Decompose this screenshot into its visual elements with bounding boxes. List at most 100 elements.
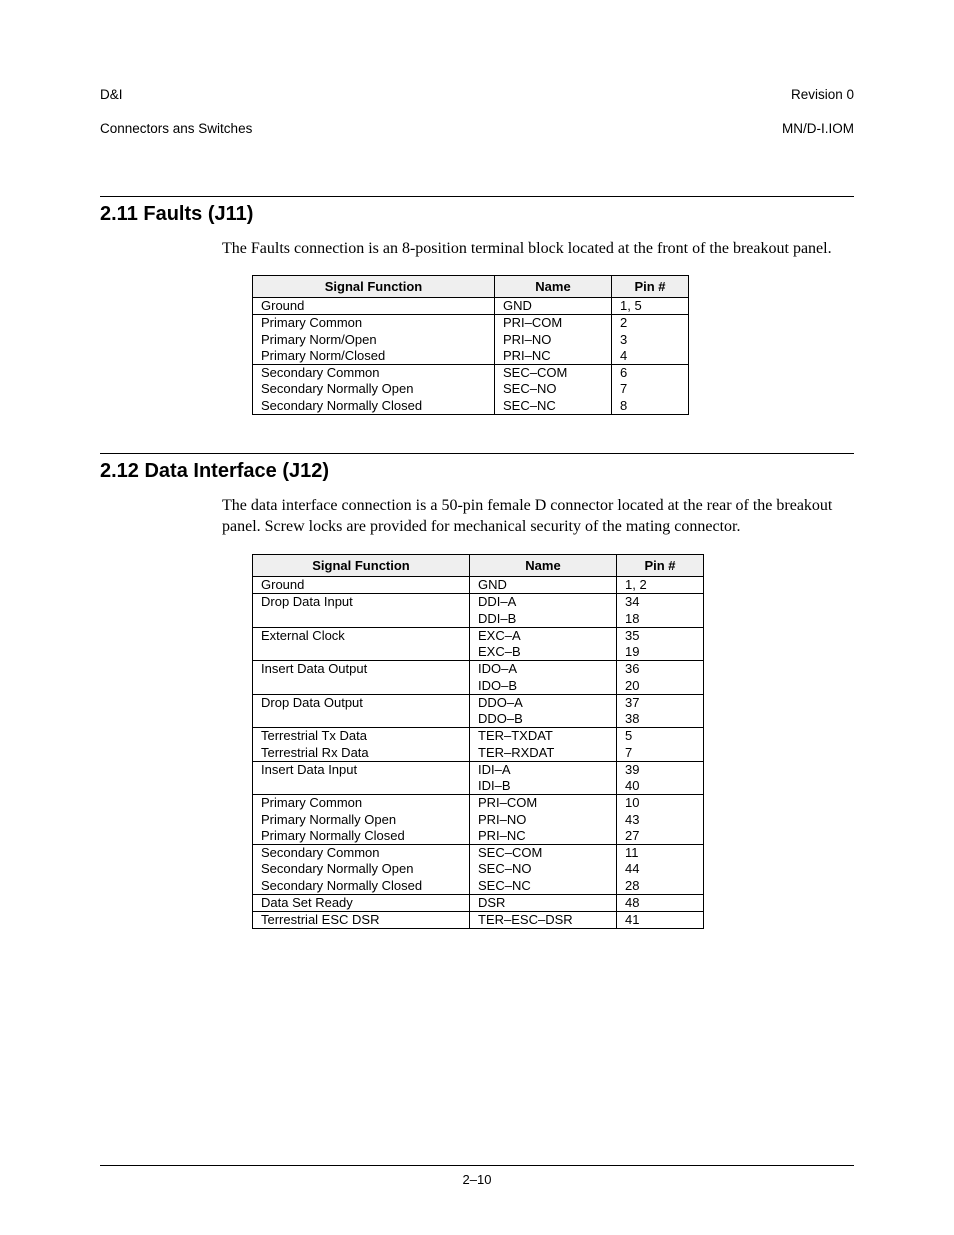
table-cell-name: PRI–NO	[495, 332, 612, 348]
table-cell-name: SEC–NO	[495, 381, 612, 397]
table-cell-pin: 3	[612, 332, 689, 348]
table-cell-pin: 34	[617, 594, 704, 611]
table-cell-func	[253, 778, 470, 795]
table-row: Secondary Normally OpenSEC–NO7	[253, 381, 689, 397]
table-cell-name: IDO–B	[470, 678, 617, 695]
table-row: Insert Data InputIDI–A39	[253, 761, 704, 778]
table-row: Primary Normally OpenPRI–NO43	[253, 812, 704, 828]
table-row: Secondary Normally ClosedSEC–NC28	[253, 878, 704, 895]
table-cell-name: EXC–B	[470, 644, 617, 661]
table-cell-pin: 43	[617, 812, 704, 828]
section-212-paragraph: The data interface connection is a 50-pi…	[222, 495, 842, 538]
table-cell-name: DSR	[470, 894, 617, 911]
table-cell-func: Ground	[253, 298, 495, 315]
table-header-name: Name	[470, 555, 617, 577]
table-row: IDO–B20	[253, 678, 704, 695]
table-cell-func: Terrestrial ESC DSR	[253, 912, 470, 929]
table-row: Primary CommonPRI–COM2	[253, 315, 689, 332]
table-cell-name: GND	[495, 298, 612, 315]
table-row: Drop Data OutputDDO–A37	[253, 694, 704, 711]
table-cell-func: Insert Data Output	[253, 661, 470, 678]
data-interface-table-body: GroundGND1, 2Drop Data InputDDI–A34DDI–B…	[253, 577, 704, 929]
table-cell-func: Secondary Common	[253, 365, 495, 382]
table-row: External ClockEXC–A35	[253, 627, 704, 644]
table-cell-func: Primary Common	[253, 795, 470, 812]
page-number: 2–10	[100, 1166, 854, 1187]
table-cell-pin: 6	[612, 365, 689, 382]
table-cell-name: DDI–B	[470, 611, 617, 628]
table-cell-pin: 37	[617, 694, 704, 711]
table-row: GroundGND1, 2	[253, 577, 704, 594]
table-cell-pin: 19	[617, 644, 704, 661]
table-cell-pin: 2	[612, 315, 689, 332]
table-cell-func	[253, 711, 470, 728]
table-cell-pin: 11	[617, 845, 704, 862]
table-cell-func: Secondary Normally Open	[253, 861, 470, 877]
table-row: EXC–B19	[253, 644, 704, 661]
table-cell-name: PRI–NO	[470, 812, 617, 828]
table-cell-pin: 35	[617, 627, 704, 644]
page-footer: 2–10	[100, 1165, 854, 1187]
table-row: Secondary Normally ClosedSEC–NC8	[253, 398, 689, 415]
table-cell-func: Terrestrial Rx Data	[253, 745, 470, 762]
table-header-pin: Pin #	[617, 555, 704, 577]
faults-table: Signal Function Name Pin # GroundGND1, 5…	[252, 275, 689, 415]
table-header-pin: Pin #	[612, 276, 689, 298]
table-row: Secondary Normally OpenSEC–NO44	[253, 861, 704, 877]
table-cell-func	[253, 611, 470, 628]
table-row: DDO–B38	[253, 711, 704, 728]
table-cell-func: Primary Normally Open	[253, 812, 470, 828]
table-cell-func	[253, 644, 470, 661]
faults-table-body: GroundGND1, 5Primary CommonPRI–COM2Prima…	[253, 298, 689, 415]
table-cell-name: PRI–NC	[470, 828, 617, 845]
table-cell-pin: 7	[612, 381, 689, 397]
table-row: Primary Norm/ClosedPRI–NC4	[253, 348, 689, 365]
table-cell-func: Ground	[253, 577, 470, 594]
table-cell-pin: 40	[617, 778, 704, 795]
table-row: DDI–B18	[253, 611, 704, 628]
table-cell-name: TER–RXDAT	[470, 745, 617, 762]
table-cell-pin: 5	[617, 728, 704, 745]
table-cell-func	[253, 678, 470, 695]
table-cell-pin: 4	[612, 348, 689, 365]
table-cell-func: Primary Common	[253, 315, 495, 332]
table-cell-func: Secondary Normally Open	[253, 381, 495, 397]
table-cell-func: Data Set Ready	[253, 894, 470, 911]
data-interface-table: Signal Function Name Pin # GroundGND1, 2…	[252, 554, 704, 929]
section-211-paragraph: The Faults connection is an 8-position t…	[222, 238, 842, 260]
table-cell-pin: 10	[617, 795, 704, 812]
table-row: Data Set ReadyDSR48	[253, 894, 704, 911]
table-cell-name: TER–TXDAT	[470, 728, 617, 745]
table-cell-name: IDI–B	[470, 778, 617, 795]
table-cell-name: SEC–NC	[495, 398, 612, 415]
table-cell-pin: 27	[617, 828, 704, 845]
table-row: Primary CommonPRI–COM10	[253, 795, 704, 812]
table-header-func: Signal Function	[253, 555, 470, 577]
table-cell-name: GND	[470, 577, 617, 594]
table-cell-name: PRI–COM	[495, 315, 612, 332]
table-cell-pin: 48	[617, 894, 704, 911]
table-row: Primary Norm/OpenPRI–NO3	[253, 332, 689, 348]
table-row: Terrestrial Rx DataTER–RXDAT7	[253, 745, 704, 762]
table-cell-pin: 1, 2	[617, 577, 704, 594]
table-cell-pin: 38	[617, 711, 704, 728]
table-cell-pin: 20	[617, 678, 704, 695]
table-cell-func: Primary Norm/Open	[253, 332, 495, 348]
header-left-line1: D&I	[100, 87, 123, 102]
table-cell-name: PRI–NC	[495, 348, 612, 365]
table-cell-name: DDO–A	[470, 694, 617, 711]
table-cell-func: Insert Data Input	[253, 761, 470, 778]
table-row: Terrestrial Tx DataTER–TXDAT5	[253, 728, 704, 745]
table-cell-pin: 1, 5	[612, 298, 689, 315]
section-heading-212: 2.12 Data Interface (J12)	[100, 460, 854, 483]
section-rule	[100, 453, 854, 454]
table-cell-func: Secondary Normally Closed	[253, 878, 470, 895]
table-cell-func: External Clock	[253, 627, 470, 644]
table-cell-func: Drop Data Output	[253, 694, 470, 711]
table-row: Secondary CommonSEC–COM11	[253, 845, 704, 862]
table-row: Insert Data OutputIDO–A36	[253, 661, 704, 678]
table-cell-name: EXC–A	[470, 627, 617, 644]
table-cell-pin: 18	[617, 611, 704, 628]
table-cell-func: Terrestrial Tx Data	[253, 728, 470, 745]
table-row: Primary Normally ClosedPRI–NC27	[253, 828, 704, 845]
